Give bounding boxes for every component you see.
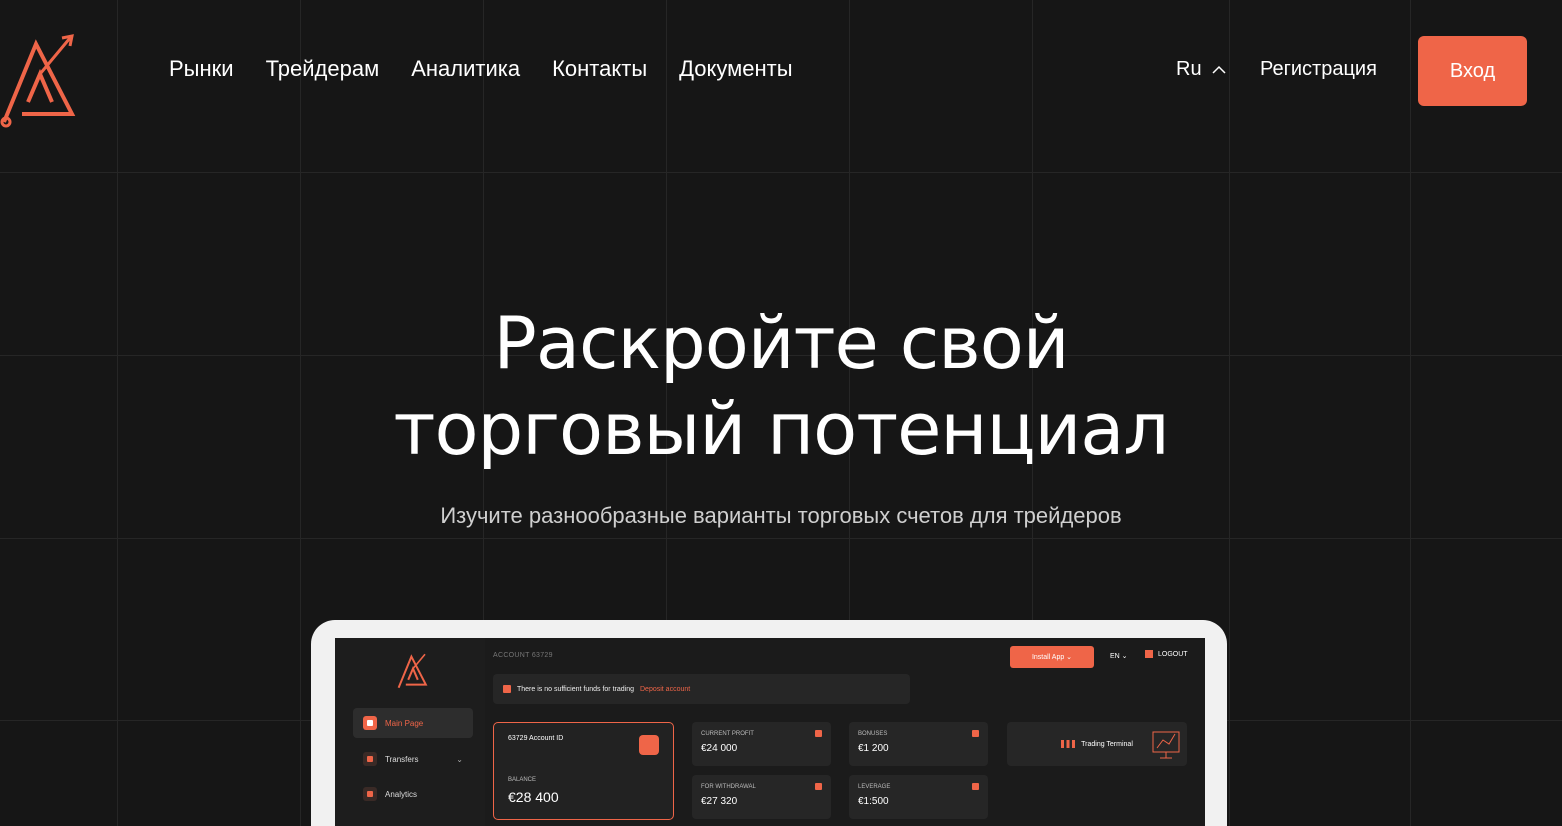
candles-icon [1061,740,1076,748]
language-label: Ru [1176,58,1202,80]
hero-title-line1: Раскройте свой [493,301,1069,385]
brand-logo-icon[interactable] [0,30,80,130]
mini-logo-icon [397,653,428,689]
dashboard-language-selector[interactable]: EN ⌄ [1110,652,1128,660]
nav-analytics[interactable]: Аналитика [411,56,520,82]
fire-icon [972,730,979,737]
sidebar-item-transfers[interactable]: Transfers ⌄ [353,744,473,774]
stat-label: BONUSES [858,731,888,737]
sidebar-item-main-page[interactable]: Main Page [353,708,473,738]
stat-label: CURRENT PROFIT [701,731,754,737]
trading-terminal-button[interactable]: Trading Terminal [1007,722,1187,766]
install-app-button[interactable]: Install App ⌄ [1010,646,1094,668]
hero-title: Раскройте свой торговый потенциал [0,300,1562,472]
wallet-icon [639,735,659,755]
dashboard-screen: Main Page Transfers ⌄ Analytics ACCOUNT … [335,638,1205,826]
wallet-icon [363,752,377,766]
wallet-warning-icon [503,685,511,693]
stat-value: €1 200 [858,743,889,754]
nav-documents[interactable]: Документы [679,56,792,82]
chart-icon [363,787,377,801]
leverage-icon [972,783,979,790]
sidebar-item-label: Transfers [385,754,419,764]
logout-button[interactable]: LOGOUT [1145,650,1188,658]
register-link[interactable]: Регистрация [1260,58,1377,81]
account-id: 63729 Account ID [508,735,564,742]
stat-value: €27 320 [701,796,738,807]
hero-subtitle: Изучите разнообразные варианты торговых … [440,503,1122,528]
home-icon [363,716,377,730]
stat-current-profit: CURRENT PROFIT €24 000 [692,722,831,766]
dashboard-sidebar: Main Page Transfers ⌄ Analytics [335,638,485,826]
sidebar-item-label: Analytics [385,789,418,799]
login-button[interactable]: Вход [1418,36,1527,106]
logout-icon [1145,650,1153,658]
withdraw-icon [815,783,822,790]
warning-text: There is no sufficient funds for trading [517,685,634,693]
sidebar-item-analytics[interactable]: Analytics [353,779,473,809]
stat-value: €1:500 [858,796,889,807]
laptop-mockup: Main Page Transfers ⌄ Analytics ACCOUNT … [311,620,1227,826]
account-card[interactable]: 63729 Account ID BALANCE €28 400 [493,722,674,820]
stat-leverage: LEVERAGE €1:500 [849,775,988,819]
nav-traders[interactable]: Трейдерам [266,56,380,82]
logout-label: LOGOUT [1158,650,1188,658]
terminal-label: Trading Terminal [1081,740,1133,748]
language-selector[interactable]: Ru [1176,58,1226,81]
account-number: ACCOUNT 63729 [493,652,553,659]
deposit-link[interactable]: Deposit account [640,686,690,693]
chevron-down-icon: ⌄ [456,754,463,764]
stat-label: LEVERAGE [858,784,891,790]
sidebar-item-label: Main Page [385,718,424,728]
nav-markets[interactable]: Рынки [169,56,234,82]
nav-contacts[interactable]: Контакты [552,56,647,82]
stat-for-withdrawal: FOR WITHDRAWAL €27 320 [692,775,831,819]
site-header: Рынки Трейдерам Аналитика Контакты Докум… [0,0,1562,142]
stat-label: FOR WITHDRAWAL [701,784,756,790]
hero-title-line2: торговый потенциал [393,387,1170,471]
chevron-up-icon [1212,65,1226,74]
stat-bonuses: BONUSES €1 200 [849,722,988,766]
grid-line [0,172,1562,173]
balance-value: €28 400 [508,789,559,805]
monitor-chart-icon [1152,731,1180,759]
balance-label: BALANCE [508,777,537,783]
grid-line [0,538,1562,539]
funds-warning: There is no sufficient funds for trading… [493,674,910,704]
stat-value: €24 000 [701,743,738,754]
main-nav: Рынки Трейдерам Аналитика Контакты Докум… [169,56,793,82]
profit-icon [815,730,822,737]
